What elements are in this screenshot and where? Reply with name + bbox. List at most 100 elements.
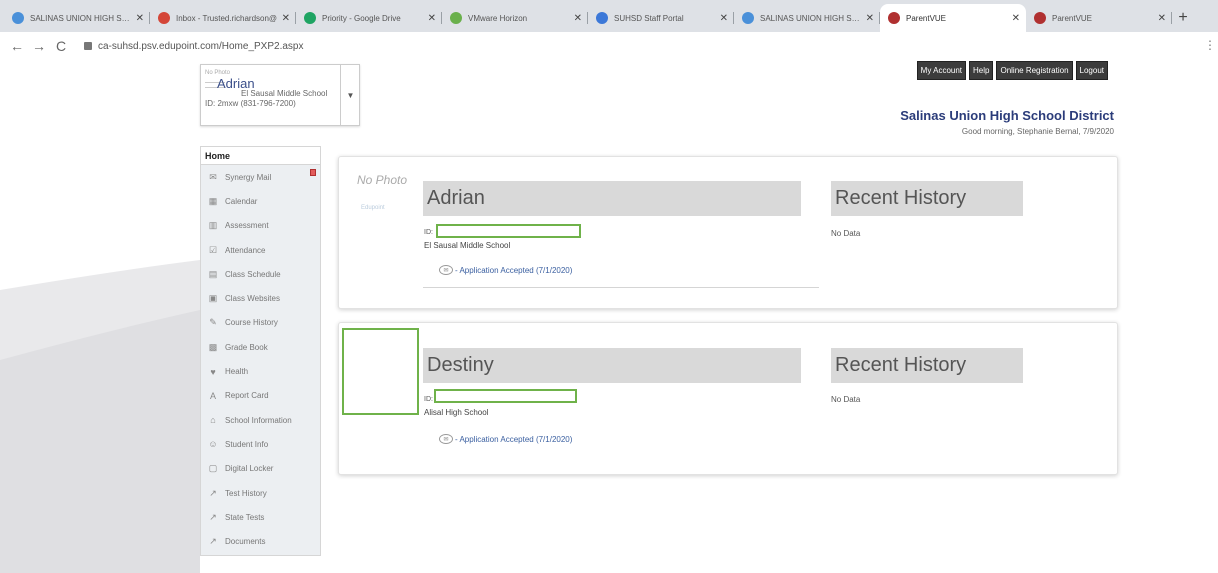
edupoint-logo: Edupoint — [361, 205, 385, 211]
nav-item[interactable]: ↗ State Tests — [201, 505, 320, 529]
nav-item-label: Class Schedule — [225, 269, 281, 279]
envelope-icon: ✉ — [439, 434, 453, 444]
tab-favicon-icon — [12, 12, 24, 24]
top-button[interactable]: My Account — [916, 61, 967, 80]
recent-history-title: Recent History — [835, 187, 967, 209]
documents-icon: ↗ — [209, 536, 217, 547]
test-history-icon: ↗ — [209, 487, 217, 498]
application-status[interactable]: ✉ - Application Accepted (7/1/2020) — [439, 434, 572, 444]
browser-tab-bar: SALINAS UNION HIGH SCH ✕ Inbox - Trusted.r… — [0, 0, 1218, 32]
nav-item[interactable]: ↗ Test History — [201, 481, 320, 505]
top-button[interactable]: Logout — [1075, 61, 1108, 80]
close-icon[interactable]: ✕ — [574, 13, 582, 24]
nav-item[interactable]: ☺ Student Info — [201, 432, 320, 456]
notification-badge — [310, 169, 316, 176]
back-icon[interactable]: ← — [6, 38, 28, 54]
calendar-icon: ▦ — [208, 195, 218, 206]
nav-item[interactable]: ▣ Class Websites — [201, 286, 320, 310]
application-status-text: - Application Accepted (7/1/2020) — [455, 434, 573, 444]
mail-icon: ✉ — [209, 171, 217, 182]
browser-menu-icon[interactable]: ⋮ — [1204, 38, 1216, 52]
envelope-icon: ✉ — [439, 265, 453, 275]
browser-tab[interactable]: SALINAS UNION HIGH SCH ✕ — [734, 4, 880, 32]
attendance-icon: ☑ — [208, 244, 218, 255]
nav-home[interactable]: Home — [201, 147, 320, 165]
browser-tab[interactable]: SUHSD Staff Portal ✕ — [588, 4, 734, 32]
url-field[interactable]: ca-suhsd.psv.edupoint.com/Home_PXP2.aspx — [76, 35, 311, 57]
nav-item-label: Assessment — [225, 221, 269, 231]
nav-item[interactable]: ⌂ School Information — [201, 408, 320, 432]
photo-highlight-box — [342, 328, 419, 415]
close-icon[interactable]: ✕ — [136, 13, 144, 24]
student-card-destiny: Destiny Recent History ID: Alisal High S… — [338, 322, 1118, 475]
tab-title: ParentVUE — [906, 13, 947, 23]
selector-phone: ID: 2mxw (831-796-7200) — [205, 99, 296, 108]
reload-icon[interactable]: C — [50, 38, 72, 54]
browser-tab[interactable]: Inbox - Trusted.richardson@ ✕ — [150, 4, 296, 32]
chevron-down-icon[interactable]: ▼ — [340, 65, 360, 125]
close-icon[interactable]: ✕ — [1158, 13, 1166, 24]
url-text: ca-suhsd.psv.edupoint.com/Home_PXP2.aspx — [98, 40, 304, 52]
nav-item[interactable]: ▦ Calendar — [201, 189, 320, 213]
browser-tab[interactable]: Priority - Google Drive ✕ — [296, 4, 442, 32]
close-icon[interactable]: ✕ — [282, 13, 290, 24]
new-tab-icon[interactable]: + — [1172, 4, 1194, 32]
student-id-redacted — [436, 224, 581, 238]
student-id-redacted — [434, 389, 577, 403]
student-name-bar: Destiny — [423, 348, 801, 383]
recent-history-bar: Recent History — [831, 181, 1023, 216]
no-photo-label: No Photo — [357, 173, 408, 187]
nav-item[interactable]: ▤ Class Schedule — [201, 262, 320, 286]
nav-item[interactable]: ✎ Course History — [201, 311, 320, 335]
tab-title: VMware Horizon — [468, 13, 528, 23]
nav-item[interactable]: ▢ Digital Locker — [201, 457, 320, 481]
nav-item[interactable]: ▥ Assessment — [201, 214, 320, 238]
tab-favicon-icon — [1034, 12, 1046, 24]
close-icon[interactable]: ✕ — [428, 13, 436, 24]
selector-phone-number: (831-796-7200) — [240, 99, 296, 108]
nav-item[interactable]: ✉ Synergy Mail — [201, 165, 320, 189]
selector-id-prefix: ID: 2mxw — [205, 99, 239, 108]
forward-icon[interactable]: → — [28, 38, 50, 54]
student-school: Alisal High School — [424, 408, 489, 417]
nav-item-label: Class Websites — [225, 294, 280, 304]
nav-item-label: Calendar — [225, 196, 258, 206]
tab-title: SUHSD Staff Portal — [614, 13, 684, 23]
student-selector[interactable]: No Photo Adrian El Sausal Middle School … — [200, 64, 360, 126]
browser-tab[interactable]: SALINAS UNION HIGH SCH ✕ — [4, 4, 150, 32]
student-name: Adrian — [427, 187, 485, 209]
browser-tab[interactable]: ParentVUE ✕ — [880, 4, 1026, 32]
recent-history-title: Recent History — [835, 354, 967, 376]
browser-tab[interactable]: VMware Horizon ✕ — [442, 4, 588, 32]
left-nav: Home ✉ Synergy Mail ▦ Calendar ▥ Assessment ☑ A… — [200, 146, 321, 556]
student-card-adrian: No Photo Edupoint Adrian Recent History … — [338, 156, 1118, 309]
student-school: El Sausal Middle School — [424, 241, 511, 250]
close-icon[interactable]: ✕ — [866, 13, 874, 24]
nav-item[interactable]: ↗ Documents — [201, 529, 320, 553]
browser-tab[interactable]: ParentVUE ✕ — [1026, 4, 1172, 32]
top-button[interactable]: Help — [969, 61, 994, 80]
recent-history-bar: Recent History — [831, 348, 1023, 383]
nav-item[interactable]: ☑ Attendance — [201, 238, 320, 262]
tab-favicon-icon — [596, 12, 608, 24]
tab-favicon-icon — [158, 12, 170, 24]
nav-item-label: Synergy Mail — [225, 172, 272, 182]
tab-title: Priority - Google Drive — [322, 13, 401, 23]
greeting: Good morning, Stephanie Bernal, 7/9/2020 — [961, 127, 1114, 136]
tab-title: SALINAS UNION HIGH SCH — [30, 13, 132, 23]
top-button[interactable]: Online Registration — [996, 61, 1073, 80]
top-buttons: My Account Help Online Registration Logout — [916, 61, 1108, 80]
websites-icon: ▣ — [208, 293, 218, 304]
close-icon[interactable]: ✕ — [1012, 13, 1020, 24]
close-icon[interactable]: ✕ — [720, 13, 728, 24]
tab-favicon-icon — [450, 12, 462, 24]
nav-item-label: Health — [225, 367, 249, 377]
nav-item[interactable]: ▩ Grade Book — [201, 335, 320, 359]
application-status[interactable]: ✉ - Application Accepted (7/1/2020) — [439, 265, 572, 275]
nav-item[interactable]: A Report Card — [201, 384, 320, 408]
nav-item-label: School Information — [225, 415, 292, 425]
nav-item-label: State Tests — [225, 512, 265, 522]
nav-item[interactable]: ♥ Health — [201, 359, 320, 383]
background-swoosh — [0, 260, 200, 573]
health-icon: ♥ — [210, 366, 216, 377]
